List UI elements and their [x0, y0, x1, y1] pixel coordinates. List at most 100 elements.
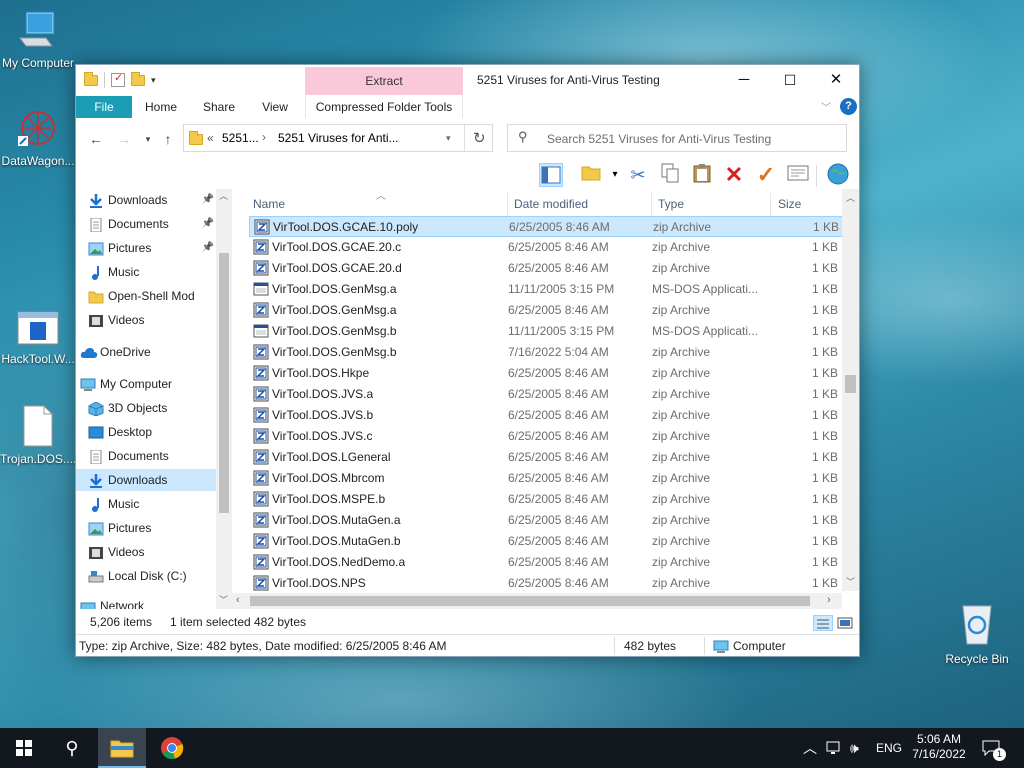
sidebar-item-pictures[interactable]: Pictures 📌	[76, 237, 216, 259]
start-button[interactable]	[0, 728, 48, 768]
tab-share[interactable]: Share	[192, 96, 246, 118]
column-header-name[interactable]: Name	[253, 189, 285, 215]
help-icon[interactable]: ?	[840, 98, 857, 115]
sidebar-item-documents[interactable]: Documents 📌	[76, 213, 216, 235]
view-dropdown-icon[interactable]: ▾	[603, 163, 627, 187]
taskbar-chrome[interactable]	[148, 728, 196, 768]
scroll-down-icon[interactable]: ﹀	[846, 575, 855, 588]
desktop-icon-trojan[interactable]: Trojan.DOS....	[0, 404, 76, 466]
file-row[interactable]: VirTool.DOS.GCAE.20.d 6/25/2005 8:46 AM zi…	[249, 258, 844, 279]
properties-icon[interactable]: ✓	[111, 72, 125, 87]
scroll-up-icon[interactable]: ︿	[846, 191, 855, 204]
large-icons-view-button[interactable]	[836, 615, 854, 631]
customize-quick-access-icon[interactable]: ▾	[151, 75, 156, 86]
maximize-button[interactable]: ☐	[767, 65, 813, 95]
file-row[interactable]: VirTool.DOS.GCAE.10.poly 6/25/2005 8:46 A…	[249, 216, 844, 237]
tab-home[interactable]: Home	[134, 96, 188, 118]
sidebar-item-videos[interactable]: Videos	[76, 309, 216, 331]
tab-file[interactable]: File	[76, 96, 132, 118]
sidebar-item-music[interactable]: Music	[76, 493, 216, 515]
network-icon[interactable]	[826, 728, 842, 768]
file-row[interactable]: VirTool.DOS.MutaGen.b 6/25/2005 8:46 AM zi…	[249, 531, 844, 552]
sidebar-item-open-shell-mod[interactable]: Open-Shell Mod	[76, 285, 216, 307]
folder-view-icon[interactable]	[579, 163, 603, 187]
sidebar-item-downloads[interactable]: Downloads 📌	[76, 189, 216, 211]
globe-icon[interactable]	[826, 163, 850, 187]
file-row[interactable]: VirTool.DOS.GCAE.20.c 6/25/2005 8:46 AM zi…	[249, 237, 844, 258]
sidebar-item-3d-objects[interactable]: 3D Objects	[76, 397, 216, 419]
address-bar[interactable]: « 5251... › 5251 Viruses for Anti... ▾ ↻	[183, 124, 493, 152]
desktop-icon-my-computer[interactable]: My Computer	[0, 8, 76, 70]
preview-pane-icon[interactable]	[539, 163, 563, 187]
file-row[interactable]: VirTool.DOS.Mbrcom 6/25/2005 8:46 AM zip A…	[249, 468, 844, 489]
file-row[interactable]: VirTool.DOS.GenMsg.b 11/11/2005 3:15 PM MS…	[249, 321, 844, 342]
address-dropdown-icon[interactable]: ▾	[446, 133, 451, 144]
extract-context-tab[interactable]: Extract	[305, 67, 463, 95]
file-row[interactable]: VirTool.DOS.Hkpe 6/25/2005 8:46 AM zip Arc…	[249, 363, 844, 384]
file-row[interactable]: VirTool.DOS.JVS.b 6/25/2005 8:46 AM zip Ar…	[249, 405, 844, 426]
delete-icon[interactable]: ✕	[722, 163, 746, 187]
recent-locations-button[interactable]: ▾	[138, 130, 158, 148]
nav-scrollbar[interactable]: ︿ ﹀	[216, 189, 232, 609]
sidebar-item-pictures[interactable]: Pictures	[76, 517, 216, 539]
sidebar-item-desktop[interactable]: Desktop	[76, 421, 216, 443]
scroll-up-icon[interactable]: ︿	[219, 189, 228, 202]
details-view-button[interactable]	[813, 615, 833, 631]
column-header-size[interactable]: Size	[778, 189, 801, 215]
notifications-button[interactable]: 1	[982, 728, 1006, 768]
clock[interactable]: 5:06 AM 7/16/2022	[908, 728, 970, 768]
sidebar-item-downloads[interactable]: Downloads	[76, 469, 216, 491]
sidebar-item-network[interactable]: Network	[76, 595, 216, 609]
paste-icon[interactable]	[690, 163, 714, 187]
desktop-icon-recycle-bin[interactable]: Recycle Bin	[937, 600, 1017, 666]
sidebar-item-my-computer[interactable]: My Computer	[76, 373, 216, 395]
breadcrumb-1[interactable]: 5251...	[222, 131, 259, 145]
refresh-icon[interactable]: ↻	[473, 129, 486, 147]
list-hscroll-thumb[interactable]	[250, 596, 810, 606]
sidebar-item-music[interactable]: Music	[76, 261, 216, 283]
cut-icon[interactable]: ✂	[626, 163, 650, 187]
scroll-right-icon[interactable]: ›	[827, 594, 831, 606]
check-icon[interactable]: ✓	[754, 163, 778, 187]
file-row[interactable]: VirTool.DOS.GenMsg.a 11/11/2005 3:15 PM MS…	[249, 279, 844, 300]
file-list-scrollbar[interactable]: ︿ ﹀	[842, 189, 859, 591]
file-row[interactable]: VirTool.DOS.MutaGen.a 6/25/2005 8:46 AM zi…	[249, 510, 844, 531]
show-hidden-icons-icon[interactable]: ︿	[803, 728, 817, 768]
minimize-button[interactable]: ─	[721, 65, 767, 95]
search-box[interactable]: ⚲ Search 5251 Viruses for Anti-Virus Tes…	[507, 124, 847, 152]
desktop-icon-datawagon[interactable]: DataWagon...	[0, 106, 76, 168]
file-row[interactable]: VirTool.DOS.NPS 6/25/2005 8:46 AM zip Arch…	[249, 573, 844, 594]
sidebar-item-onedrive[interactable]: OneDrive	[76, 341, 216, 363]
file-row[interactable]: VirTool.DOS.NedDemo.a 6/25/2005 8:46 AM zi…	[249, 552, 844, 573]
file-row[interactable]: VirTool.DOS.JVS.a 6/25/2005 8:46 AM zip Ar…	[249, 384, 844, 405]
volume-icon[interactable]: 🕪	[850, 728, 859, 768]
overflow-chevron[interactable]: «	[207, 131, 214, 145]
file-row[interactable]: VirTool.DOS.MSPE.b 6/25/2005 8:46 AM zip A…	[249, 489, 844, 510]
tab-compressed-folder-tools[interactable]: Compressed Folder Tools	[305, 96, 463, 118]
taskbar-file-explorer[interactable]	[98, 728, 146, 768]
file-row[interactable]: VirTool.DOS.LGeneral 6/25/2005 8:46 AM zip…	[249, 447, 844, 468]
tab-view[interactable]: View	[250, 96, 300, 118]
file-row[interactable]: VirTool.DOS.GenMsg.a 6/25/2005 8:46 AM zip…	[249, 300, 844, 321]
forward-button[interactable]: →	[114, 130, 134, 148]
copy-icon[interactable]	[658, 163, 682, 187]
nav-scroll-thumb[interactable]	[219, 253, 229, 513]
file-row[interactable]: VirTool.DOS.JVS.c 6/25/2005 8:46 AM zip Ar…	[249, 426, 844, 447]
file-row[interactable]: VirTool.DOS.GenMsg.b 7/16/2022 5:04 AM zip…	[249, 342, 844, 363]
language-indicator[interactable]: ENG	[876, 728, 902, 768]
back-button[interactable]: ←	[86, 130, 106, 148]
up-button[interactable]: ↑	[158, 130, 178, 148]
list-scroll-thumb[interactable]	[845, 375, 856, 393]
new-folder-icon[interactable]	[131, 71, 145, 86]
sidebar-item-local-disk-c[interactable]: Local Disk (C:)	[76, 565, 216, 587]
breadcrumb-2[interactable]: 5251 Viruses for Anti...	[278, 131, 399, 145]
scroll-down-icon[interactable]: ﹀	[219, 593, 228, 606]
expand-ribbon-icon[interactable]: ﹀	[821, 99, 831, 114]
search-button[interactable]: ⚲	[48, 728, 96, 768]
column-header-type[interactable]: Type	[658, 189, 684, 215]
scroll-left-icon[interactable]: ‹	[236, 594, 240, 606]
properties-card-icon[interactable]	[786, 163, 810, 187]
column-header-date[interactable]: Date modified	[514, 189, 588, 215]
close-button[interactable]: ✕	[813, 65, 859, 95]
sidebar-item-documents[interactable]: Documents	[76, 445, 216, 467]
